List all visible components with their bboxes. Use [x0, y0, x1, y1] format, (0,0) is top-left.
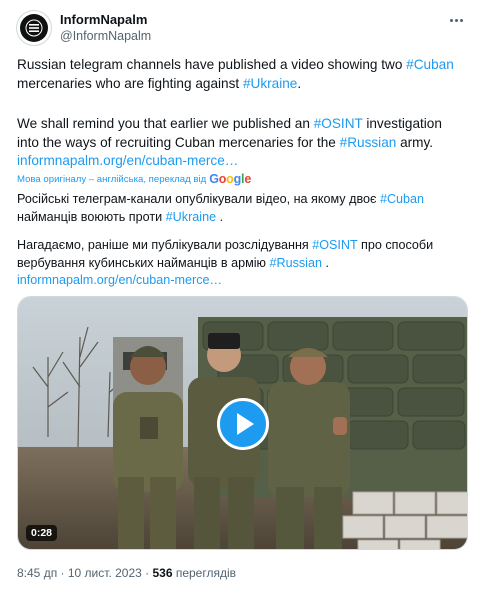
post-date[interactable]: 10 лист. 2023 [68, 566, 142, 580]
text-segment: Russian telegram channels have published… [17, 57, 407, 72]
text-segment: We shall remind you that earlier we publ… [17, 116, 314, 131]
text-segment: вербування кубинських найманців в армію [17, 255, 270, 270]
translated-text-paragraph-2: Нагадаємо, раніше ми публікували розслід… [17, 237, 472, 290]
google-letter: e [244, 172, 252, 186]
text-segment: про способи [357, 238, 434, 252]
google-logo: Google [209, 172, 251, 186]
video-duration: 0:28 [26, 525, 58, 541]
google-letter: o [226, 172, 234, 186]
hashtag-russian[interactable]: #Russian [340, 135, 397, 150]
view-count: 536 [152, 566, 173, 580]
tweet-meta: 8:45 дп · 10 лист. 2023 · 536 переглядів [17, 566, 236, 580]
hashtag-ukraine[interactable]: #Ukraine [166, 210, 216, 224]
text-segment: army. [396, 134, 434, 150]
text-segment: найманців воюють проти [17, 209, 166, 224]
video-player[interactable]: 0:28 [17, 296, 468, 550]
separator: · [141, 566, 153, 580]
text-segment: . [322, 255, 329, 270]
google-letter: g [233, 172, 242, 186]
hashtag-cuban[interactable]: #Cuban [380, 192, 424, 206]
text-segment: into the ways of recruiting Cuban mercen… [17, 134, 340, 150]
text-segment: . [216, 209, 224, 224]
hashtag-osint[interactable]: #OSINT [312, 238, 357, 252]
author-handle[interactable]: @InformNapalm [60, 29, 151, 43]
play-button[interactable] [217, 398, 269, 450]
text-segment: Російські телеграм-канали опублікували в… [17, 192, 380, 206]
more-horizontal-icon[interactable] [444, 12, 468, 28]
play-icon [237, 413, 254, 435]
views-label: переглядів [172, 566, 237, 580]
post-time[interactable]: 8:45 дп [17, 566, 57, 580]
hashtag-osint[interactable]: #OSINT [314, 116, 363, 131]
informnapalm-logo-icon [20, 14, 48, 42]
text-segment: investigation [362, 116, 442, 131]
separator: · [57, 566, 68, 580]
text-segment: . [297, 75, 302, 91]
text-segment: Нагадаємо, раніше ми публікували розслід… [17, 238, 313, 252]
text-segment: mercenaries who are fighting against [17, 75, 243, 91]
author-display-name[interactable]: InformNapalm [60, 12, 147, 27]
translation-label: Мова оригіналу – англійська, переклад ві… [17, 173, 207, 185]
hashtag-cuban[interactable]: #Cuban [406, 57, 454, 72]
article-link[interactable]: informnapalm.org/en/cuban-merce… [17, 273, 222, 287]
tweet-text-paragraph-2: We shall remind you that earlier we publ… [17, 115, 472, 171]
avatar[interactable] [16, 10, 52, 46]
translation-attribution[interactable]: Мова оригіналу – англійська, переклад ві… [17, 172, 251, 186]
article-link[interactable]: informnapalm.org/en/cuban-merce… [17, 153, 238, 168]
tweet-text-paragraph-1: Russian telegram channels have published… [17, 56, 472, 93]
hashtag-russian[interactable]: #Russian [269, 256, 322, 270]
google-letter: G [209, 172, 219, 186]
hashtag-ukraine[interactable]: #Ukraine [243, 76, 297, 91]
tweet: InformNapalm @InformNapalm Russian teleg… [0, 0, 486, 591]
translated-text-paragraph-1: Російські телеграм-канали опублікували в… [17, 191, 472, 226]
